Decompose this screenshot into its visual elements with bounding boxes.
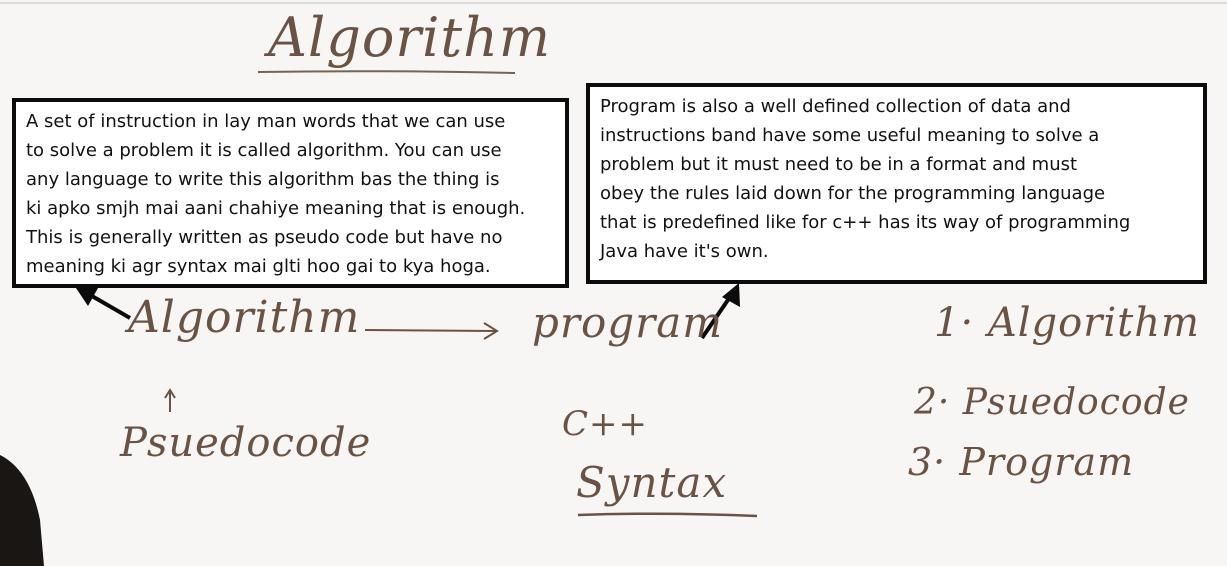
syntax-underline xyxy=(577,512,758,518)
callout-program-definition: Program is also a well defined collectio… xyxy=(586,83,1207,284)
list-item-psuedocode: 2· Psuedocode xyxy=(914,382,1190,423)
presenter-silhouette xyxy=(0,455,44,566)
list-item-algorithm: 1· Algorithm xyxy=(934,300,1200,346)
callout-algorithm-text: A set of instruction in lay man words th… xyxy=(26,111,526,277)
list-item-program: 3· Program xyxy=(908,440,1135,484)
callout-program-text: Program is also a well defined collectio… xyxy=(600,96,1131,262)
syntax-text: Syntax xyxy=(576,458,728,507)
board-title: Algorithm xyxy=(268,6,552,69)
title-underline xyxy=(257,70,516,74)
whiteboard: Algorithm Algorithm program Psuedocode C… xyxy=(0,0,1227,566)
callout-algorithm-definition: A set of instruction in lay man words th… xyxy=(12,98,569,288)
flow-to-text: program xyxy=(532,298,724,347)
cpp-text: C++ xyxy=(562,404,648,444)
psuedocode-text: Psuedocode xyxy=(120,420,372,466)
flow-from-text: Algorithm xyxy=(128,292,361,343)
flow-arrow-line xyxy=(364,329,496,332)
